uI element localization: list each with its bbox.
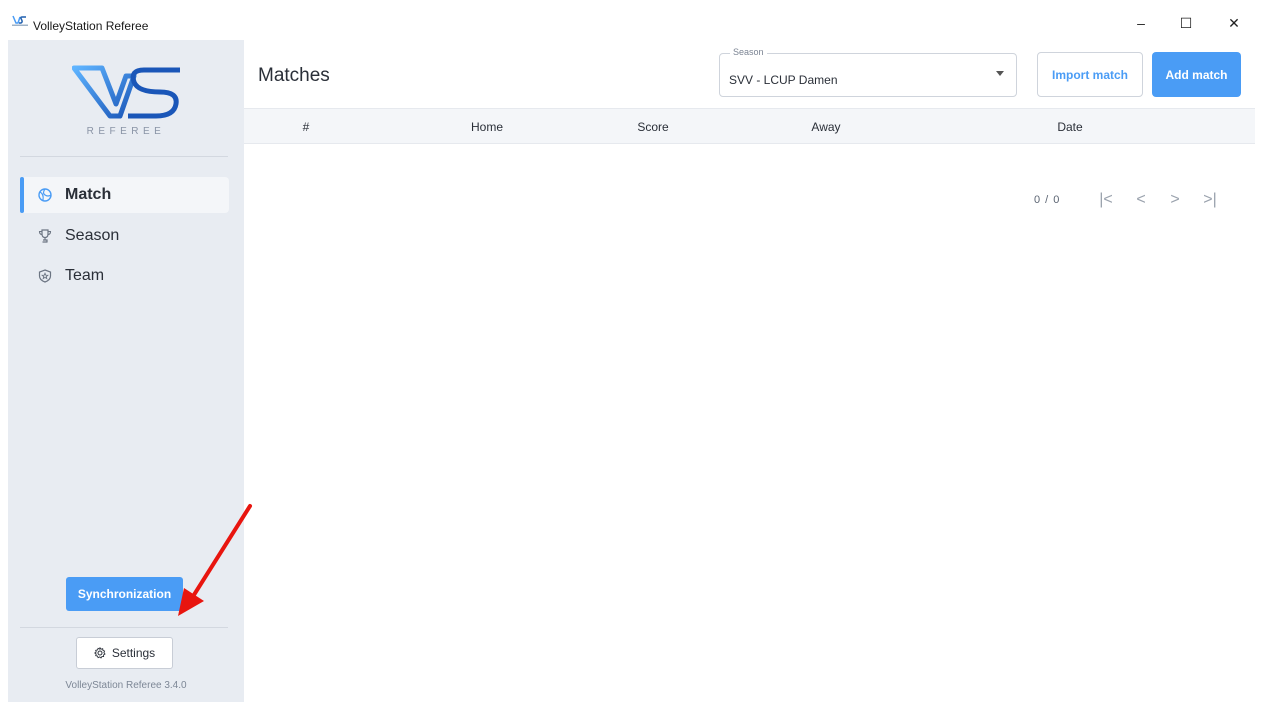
sidebar-item-match[interactable]: Match — [20, 177, 229, 213]
sidebar-item-label: Match — [65, 186, 112, 203]
title-bar: VolleyStation Referee – ☐ ✕ — [0, 0, 1261, 40]
column-header-home[interactable]: Home — [471, 120, 503, 134]
settings-label: Settings — [111, 646, 156, 660]
maximize-button[interactable]: ☐ — [1166, 10, 1206, 36]
import-match-button[interactable]: Import match — [1037, 52, 1143, 97]
app-version: VolleyStation Referee 3.4.0 — [65, 680, 187, 691]
add-match-button[interactable]: Add match — [1152, 52, 1241, 97]
sidebar-item-label: Season — [65, 227, 120, 244]
sidebar-divider — [20, 156, 228, 157]
annotation-arrow — [178, 504, 252, 616]
window-title: VolleyStation Referee — [33, 19, 149, 33]
table-header: # Home Score Away Date — [244, 108, 1255, 144]
season-select-value: SVV - LCUP Damen — [729, 73, 838, 87]
previous-page-button[interactable]: < — [1131, 190, 1151, 210]
synchronization-button[interactable]: Synchronization — [66, 577, 183, 611]
close-button[interactable]: ✕ — [1214, 10, 1254, 36]
app-window: VolleyStation Referee – ☐ ✕ REFEREE Matc… — [0, 0, 1261, 702]
settings-button[interactable]: Settings — [76, 637, 173, 669]
last-page-button[interactable]: >| — [1200, 190, 1220, 210]
minimize-button[interactable]: – — [1121, 10, 1161, 36]
sidebar-item-team[interactable]: Team — [20, 258, 229, 294]
sidebar-item-label: Team — [65, 267, 105, 284]
volleystation-logo — [72, 65, 180, 119]
gear-icon — [93, 647, 106, 659]
app-logo-icon — [12, 14, 28, 26]
season-select[interactable]: Season SVV - LCUP Damen — [719, 47, 1017, 97]
season-select-label: Season — [730, 47, 767, 57]
next-page-button[interactable]: > — [1165, 190, 1185, 210]
sidebar-item-season[interactable]: Season — [20, 218, 229, 254]
sidebar-divider — [20, 627, 228, 628]
trophy-icon — [38, 229, 52, 243]
volleyball-icon — [38, 188, 52, 202]
logo-subtitle: REFEREE — [86, 126, 166, 137]
shield-icon — [38, 269, 52, 283]
pagination-count: 0 / 0 — [1034, 194, 1061, 206]
first-page-button[interactable]: |< — [1096, 190, 1116, 210]
chevron-down-icon — [996, 71, 1004, 76]
page-title: Matches — [258, 65, 330, 86]
column-header-date[interactable]: Date — [1057, 120, 1082, 134]
column-header-score[interactable]: Score — [637, 120, 668, 134]
column-header-away[interactable]: Away — [811, 120, 840, 134]
column-header-number[interactable]: # — [303, 120, 310, 134]
